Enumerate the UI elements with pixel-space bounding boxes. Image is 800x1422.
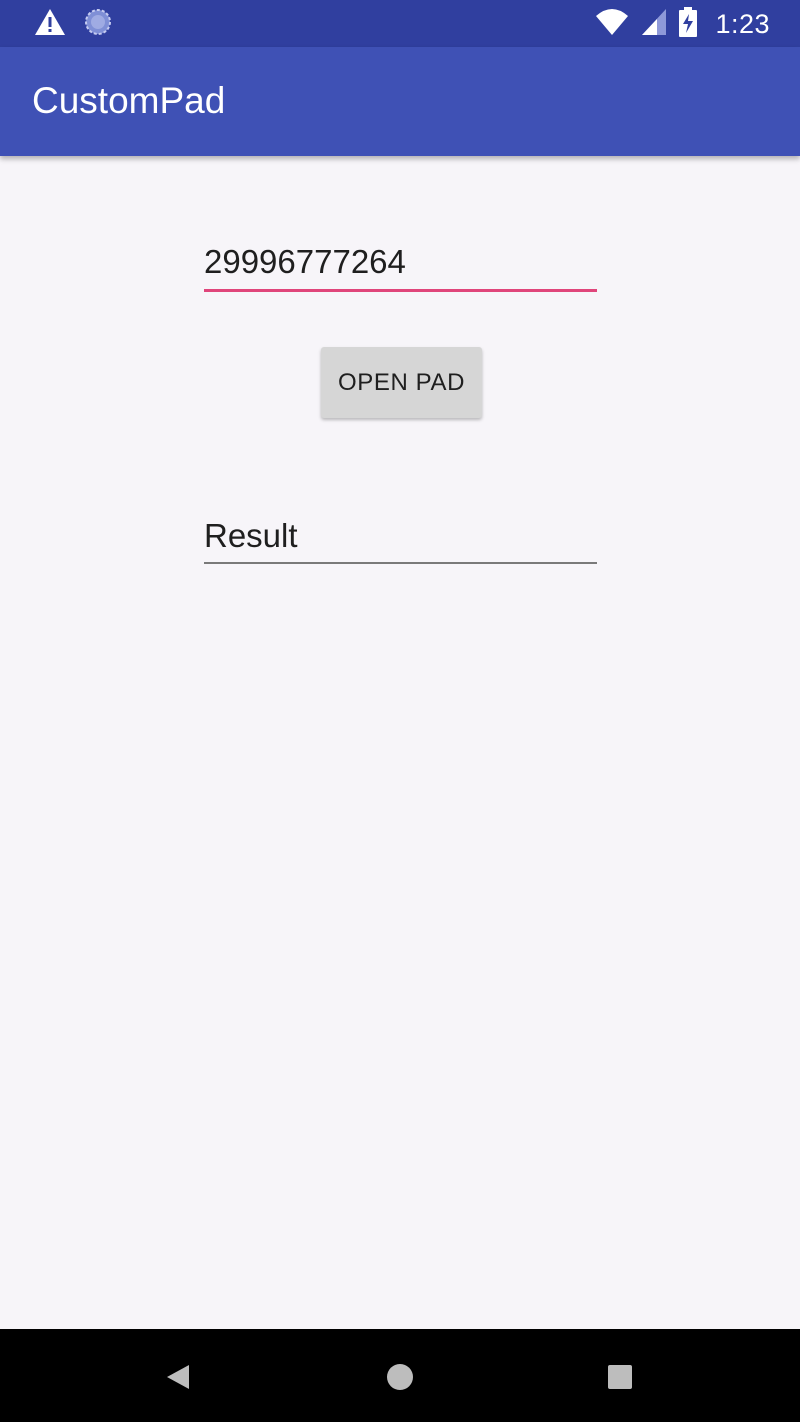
wifi-icon	[595, 8, 629, 41]
status-time: 1:23	[715, 8, 770, 39]
result-field[interactable]: Result	[204, 510, 597, 564]
number-input-value: 29996777264	[204, 243, 406, 280]
warning-icon	[34, 8, 66, 41]
back-icon[interactable]	[158, 1357, 198, 1397]
status-bar: 1:23	[0, 0, 800, 47]
navigation-bar	[0, 1329, 800, 1422]
recents-icon[interactable]	[600, 1357, 640, 1397]
home-icon[interactable]	[380, 1357, 420, 1397]
status-notifications	[34, 8, 112, 40]
app-title: CustomPad	[32, 80, 226, 121]
app-bar: CustomPad	[0, 47, 800, 156]
battery-charging-icon	[679, 6, 698, 42]
number-input[interactable]: 29996777264	[204, 236, 597, 292]
signal-icon	[641, 8, 667, 41]
result-field-value: Result	[204, 517, 298, 554]
open-pad-button[interactable]: OPEN PAD	[321, 347, 482, 418]
sync-icon	[84, 8, 112, 41]
status-system: 1:23	[595, 6, 770, 42]
screen: 1:23 CustomPad 29996777264 OPEN PAD Resu…	[0, 0, 800, 1422]
